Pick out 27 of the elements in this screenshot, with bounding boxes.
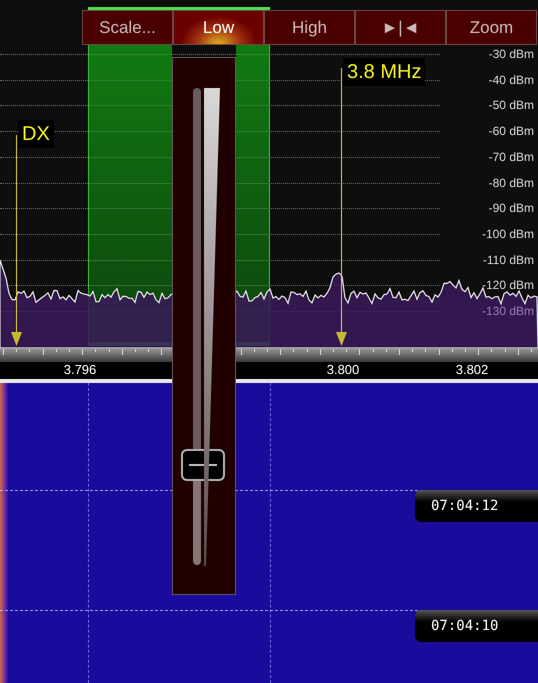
marker-line[interactable] (336, 68, 347, 346)
db-label: -40 dBm (488, 72, 534, 87)
marker-line[interactable] (11, 135, 22, 346)
db-label: -30 dBm (488, 47, 534, 61)
db-label: -110 dBm (482, 252, 534, 267)
db-label: -60 dBm (488, 124, 534, 138)
level-wedge-icon (204, 88, 220, 566)
frequency-label: 3.802 (456, 362, 488, 378)
db-label: -90 dBm (488, 201, 534, 216)
toolbar-button[interactable]: High (264, 10, 355, 45)
timestamp-label: 07:04:12 (415, 490, 538, 522)
db-label: -130 dBm (482, 304, 534, 318)
db-label: -80 dBm (488, 176, 534, 190)
frequency-label: 3.800 (326, 362, 360, 378)
frequency-label: 3.796 (64, 362, 96, 378)
db-label: -70 dBm (488, 150, 534, 164)
toolbar-button[interactable]: Scale... (82, 10, 173, 45)
db-label: -120 dBm (482, 278, 534, 292)
timestamp-label: 07:04:10 (415, 610, 538, 642)
toolbar-button[interactable]: Zoom (446, 10, 537, 45)
db-label: -50 dBm (488, 98, 534, 112)
db-label: -100 dBm (482, 226, 534, 241)
marker-label: DX (18, 120, 54, 148)
toolbar-button[interactable]: ►|◄ (355, 10, 446, 45)
marker-label: 3.8 MHz (343, 58, 426, 86)
toolbar-button[interactable]: Low (173, 10, 264, 45)
slider-track[interactable] (193, 88, 201, 565)
